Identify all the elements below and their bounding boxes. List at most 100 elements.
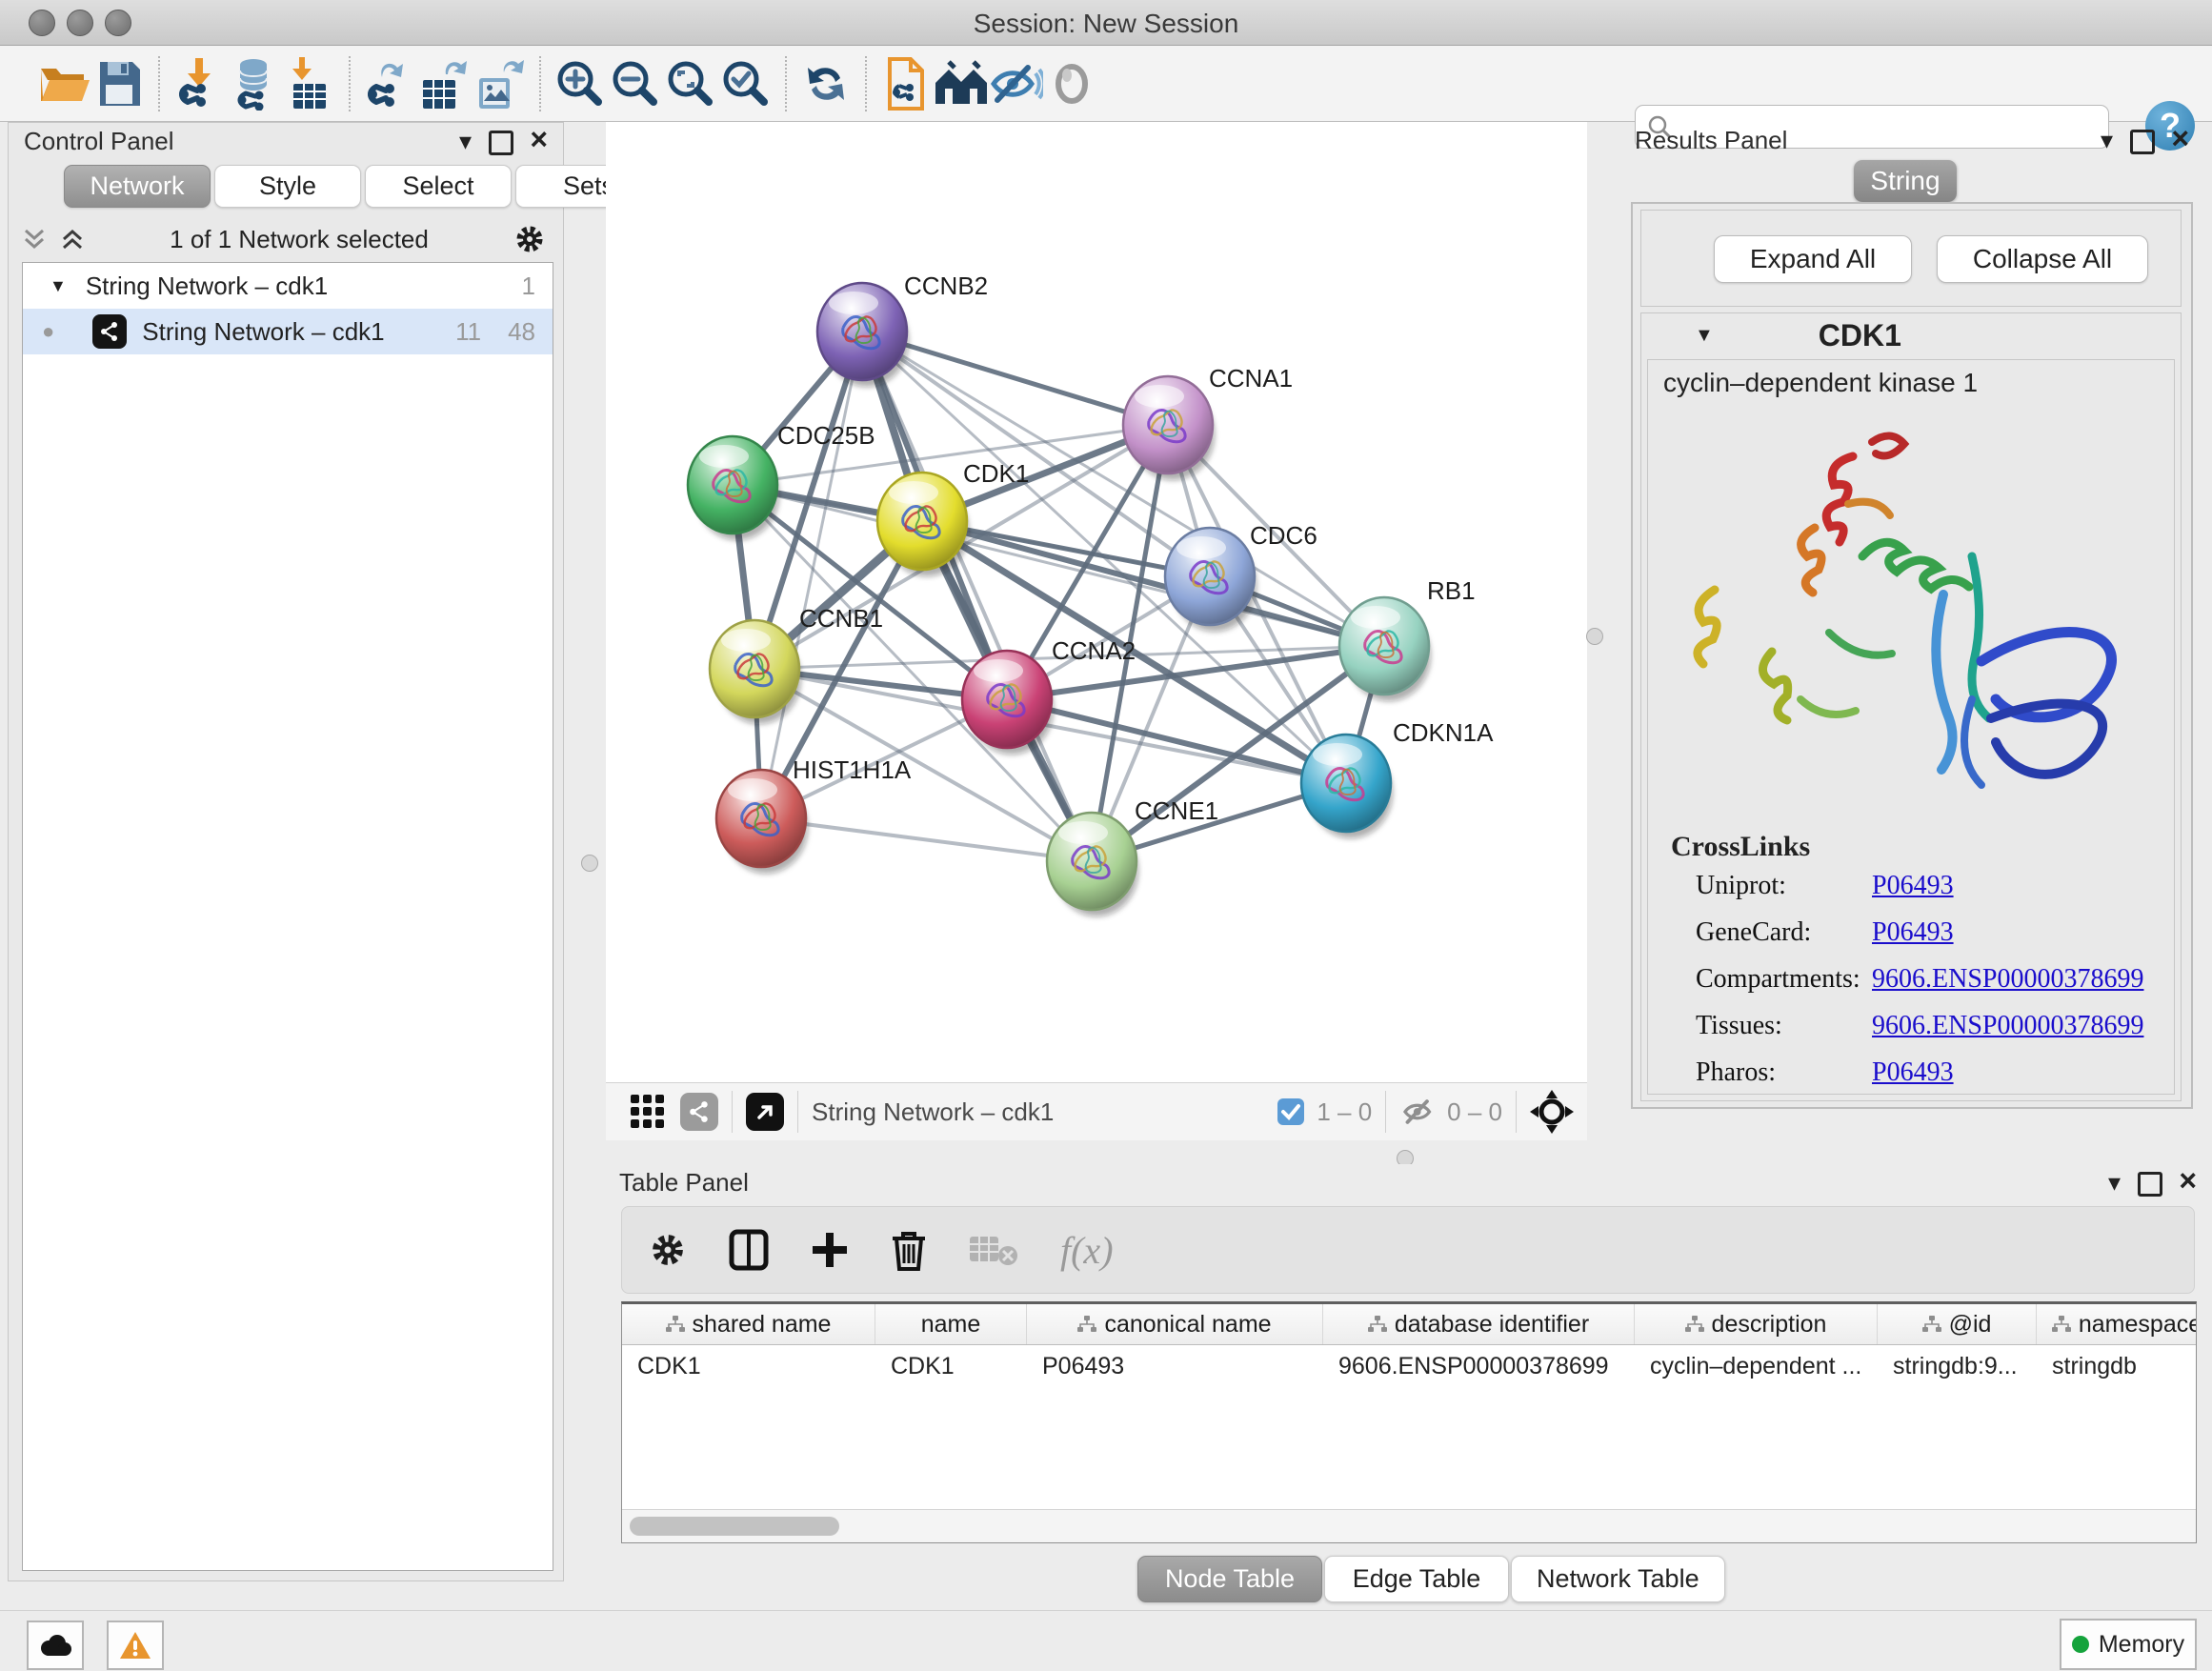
table-cell[interactable]: P06493: [1027, 1353, 1323, 1380]
open-session-icon[interactable]: [36, 55, 91, 112]
import-table-icon[interactable]: [282, 55, 337, 112]
panel-close-icon[interactable]: ×: [530, 127, 548, 151]
warning-status-button[interactable]: [107, 1621, 164, 1670]
import-network-database-icon[interactable]: [227, 55, 282, 112]
tab-string[interactable]: String: [1854, 160, 1957, 202]
tab-select[interactable]: Select: [365, 165, 512, 208]
function-builder-icon[interactable]: f(x): [1060, 1228, 1114, 1273]
save-session-icon[interactable]: [91, 55, 147, 112]
collapse-all-icon[interactable]: [22, 227, 47, 252]
network-selection-status: 1 of 1 Network selected: [85, 225, 513, 254]
shared-column-icon: [1922, 1316, 1941, 1333]
node-CDC6[interactable]: CDC6: [1165, 521, 1317, 632]
hidden-eye-slash-icon[interactable]: [1399, 1097, 1438, 1127]
table-cell[interactable]: cyclin–dependent ...: [1635, 1353, 1878, 1380]
crosslink-row: Uniprot:P06493: [1696, 871, 2164, 901]
table-row[interactable]: CDK1CDK1P064939606.ENSP00000378699cyclin…: [622, 1345, 2196, 1387]
node-HIST1H1A[interactable]: HIST1H1A: [716, 755, 912, 874]
gene-section-header[interactable]: ▼ CDK1: [1641, 313, 2181, 357]
table-options-gear-icon[interactable]: [649, 1231, 687, 1269]
panel-close-icon[interactable]: ×: [2171, 126, 2189, 151]
table-cell[interactable]: 9606.ENSP00000378699: [1323, 1353, 1635, 1380]
cloud-status-button[interactable]: [27, 1621, 84, 1670]
delete-column-icon[interactable]: [891, 1229, 927, 1271]
crosslink-link[interactable]: 9606.ENSP00000378699: [1872, 964, 2143, 995]
expand-all-button[interactable]: Expand All: [1714, 235, 1912, 283]
refresh-icon[interactable]: [798, 55, 854, 112]
show-all-icon[interactable]: [1044, 55, 1099, 112]
column-header-name[interactable]: name: [875, 1304, 1027, 1344]
protein-structure-image: [1658, 413, 2172, 823]
collection-caret-icon[interactable]: ▼: [50, 276, 67, 296]
network-graph[interactable]: CCNB2CCNA1CDC25BCDK1CDC6RB1CCNB1CCNA2CDK…: [606, 122, 1587, 1082]
panel-float-icon[interactable]: [2138, 1172, 2162, 1197]
network-list-header: 1 of 1 Network selected: [22, 218, 552, 260]
zoom-fit-icon[interactable]: [663, 55, 718, 112]
grid-view-icon[interactable]: [629, 1093, 667, 1131]
table-panel: Table Panel ▾ × f(x) shared namenamecano…: [604, 1164, 2212, 1601]
column-header-namespace[interactable]: namespace: [2037, 1304, 2197, 1344]
panel-float-icon[interactable]: [2130, 130, 2155, 154]
import-network-icon[interactable]: [171, 55, 227, 112]
network-collection-row[interactable]: ▼ String Network – cdk1 1: [23, 263, 553, 309]
panel-menu-icon[interactable]: ▾: [2108, 1168, 2121, 1198]
export-network-icon[interactable]: [362, 55, 417, 112]
network-row[interactable]: ● String Network – cdk1 11 48: [23, 309, 553, 354]
column-header-canonical-name[interactable]: canonical name: [1027, 1304, 1323, 1344]
hide-selected-icon[interactable]: [989, 55, 1044, 112]
table-cell[interactable]: CDK1: [622, 1353, 875, 1380]
tab-network[interactable]: Network: [64, 165, 211, 208]
add-column-icon[interactable]: [811, 1231, 849, 1269]
detach-view-icon[interactable]: [746, 1093, 784, 1131]
tab-edge-table[interactable]: Edge Table: [1324, 1556, 1509, 1602]
zoom-out-icon[interactable]: [608, 55, 663, 112]
string-home-icon[interactable]: [934, 55, 989, 112]
string-view-icon[interactable]: [680, 1093, 718, 1131]
zoom-in-icon[interactable]: [553, 55, 608, 112]
birdseye-view-icon[interactable]: [1530, 1090, 1574, 1134]
column-header-description[interactable]: description: [1635, 1304, 1878, 1344]
section-caret-icon[interactable]: ▼: [1695, 325, 1714, 347]
share-file-icon[interactable]: [878, 55, 934, 112]
left-splitter-handle[interactable]: [581, 855, 598, 872]
selected-checkbox-icon[interactable]: [1277, 1097, 1305, 1126]
node-RB1[interactable]: RB1: [1339, 576, 1476, 701]
table-cell[interactable]: CDK1: [875, 1353, 1027, 1380]
panel-close-icon[interactable]: ×: [2179, 1168, 2197, 1193]
crosslink-link[interactable]: P06493: [1872, 917, 1954, 948]
node-CDKN1A[interactable]: CDKN1A: [1301, 718, 1494, 838]
show-columns-icon[interactable]: [729, 1229, 769, 1271]
export-image-icon[interactable]: [473, 55, 528, 112]
network-canvas[interactable]: CCNB2CCNA1CDC25BCDK1CDC6RB1CCNB1CCNA2CDK…: [606, 122, 1587, 1082]
control-panel-title: Control Panel: [24, 127, 174, 156]
tab-style[interactable]: Style: [214, 165, 361, 208]
crosslink-link[interactable]: 9606.ENSP00000378699: [1872, 1011, 2143, 1041]
panel-menu-icon[interactable]: ▾: [2101, 126, 2113, 155]
expand-all-icon[interactable]: [60, 227, 85, 252]
table-hscrollbar[interactable]: [622, 1509, 2196, 1542]
crosslink-link[interactable]: P06493: [1872, 1057, 1954, 1088]
zoom-selected-icon[interactable]: [718, 55, 774, 112]
main-toolbar: ?: [0, 46, 2212, 122]
crosslink-link[interactable]: P06493: [1872, 871, 1954, 901]
tab-network-table[interactable]: Network Table: [1511, 1556, 1725, 1602]
hscrollbar-thumb[interactable]: [630, 1517, 839, 1536]
crosslink-row: Pharos:P06493: [1696, 1057, 2164, 1088]
collapse-all-button[interactable]: Collapse All: [1937, 235, 2148, 283]
node-CDK1[interactable]: CDK1: [877, 459, 1029, 576]
node-CCNA1[interactable]: CCNA1: [1123, 364, 1293, 480]
export-table-icon[interactable]: [417, 55, 473, 112]
column-header-@id[interactable]: @id: [1878, 1304, 2037, 1344]
delete-table-icon[interactable]: [969, 1233, 1018, 1267]
column-header-shared-name[interactable]: shared name: [622, 1304, 875, 1344]
panel-float-icon[interactable]: [489, 131, 513, 155]
panel-menu-icon[interactable]: ▾: [459, 127, 472, 156]
edge-HIST1H1A-CCNE1[interactable]: [761, 818, 1092, 861]
column-header-database-identifier[interactable]: database identifier: [1323, 1304, 1635, 1344]
right-splitter-handle[interactable]: [1586, 628, 1603, 645]
network-options-gear-icon[interactable]: [513, 223, 546, 255]
table-cell[interactable]: stringdb: [2037, 1353, 2197, 1380]
table-cell[interactable]: stringdb:9...: [1878, 1353, 2037, 1380]
memory-button[interactable]: Memory: [2060, 1619, 2197, 1670]
tab-node-table[interactable]: Node Table: [1137, 1556, 1322, 1602]
